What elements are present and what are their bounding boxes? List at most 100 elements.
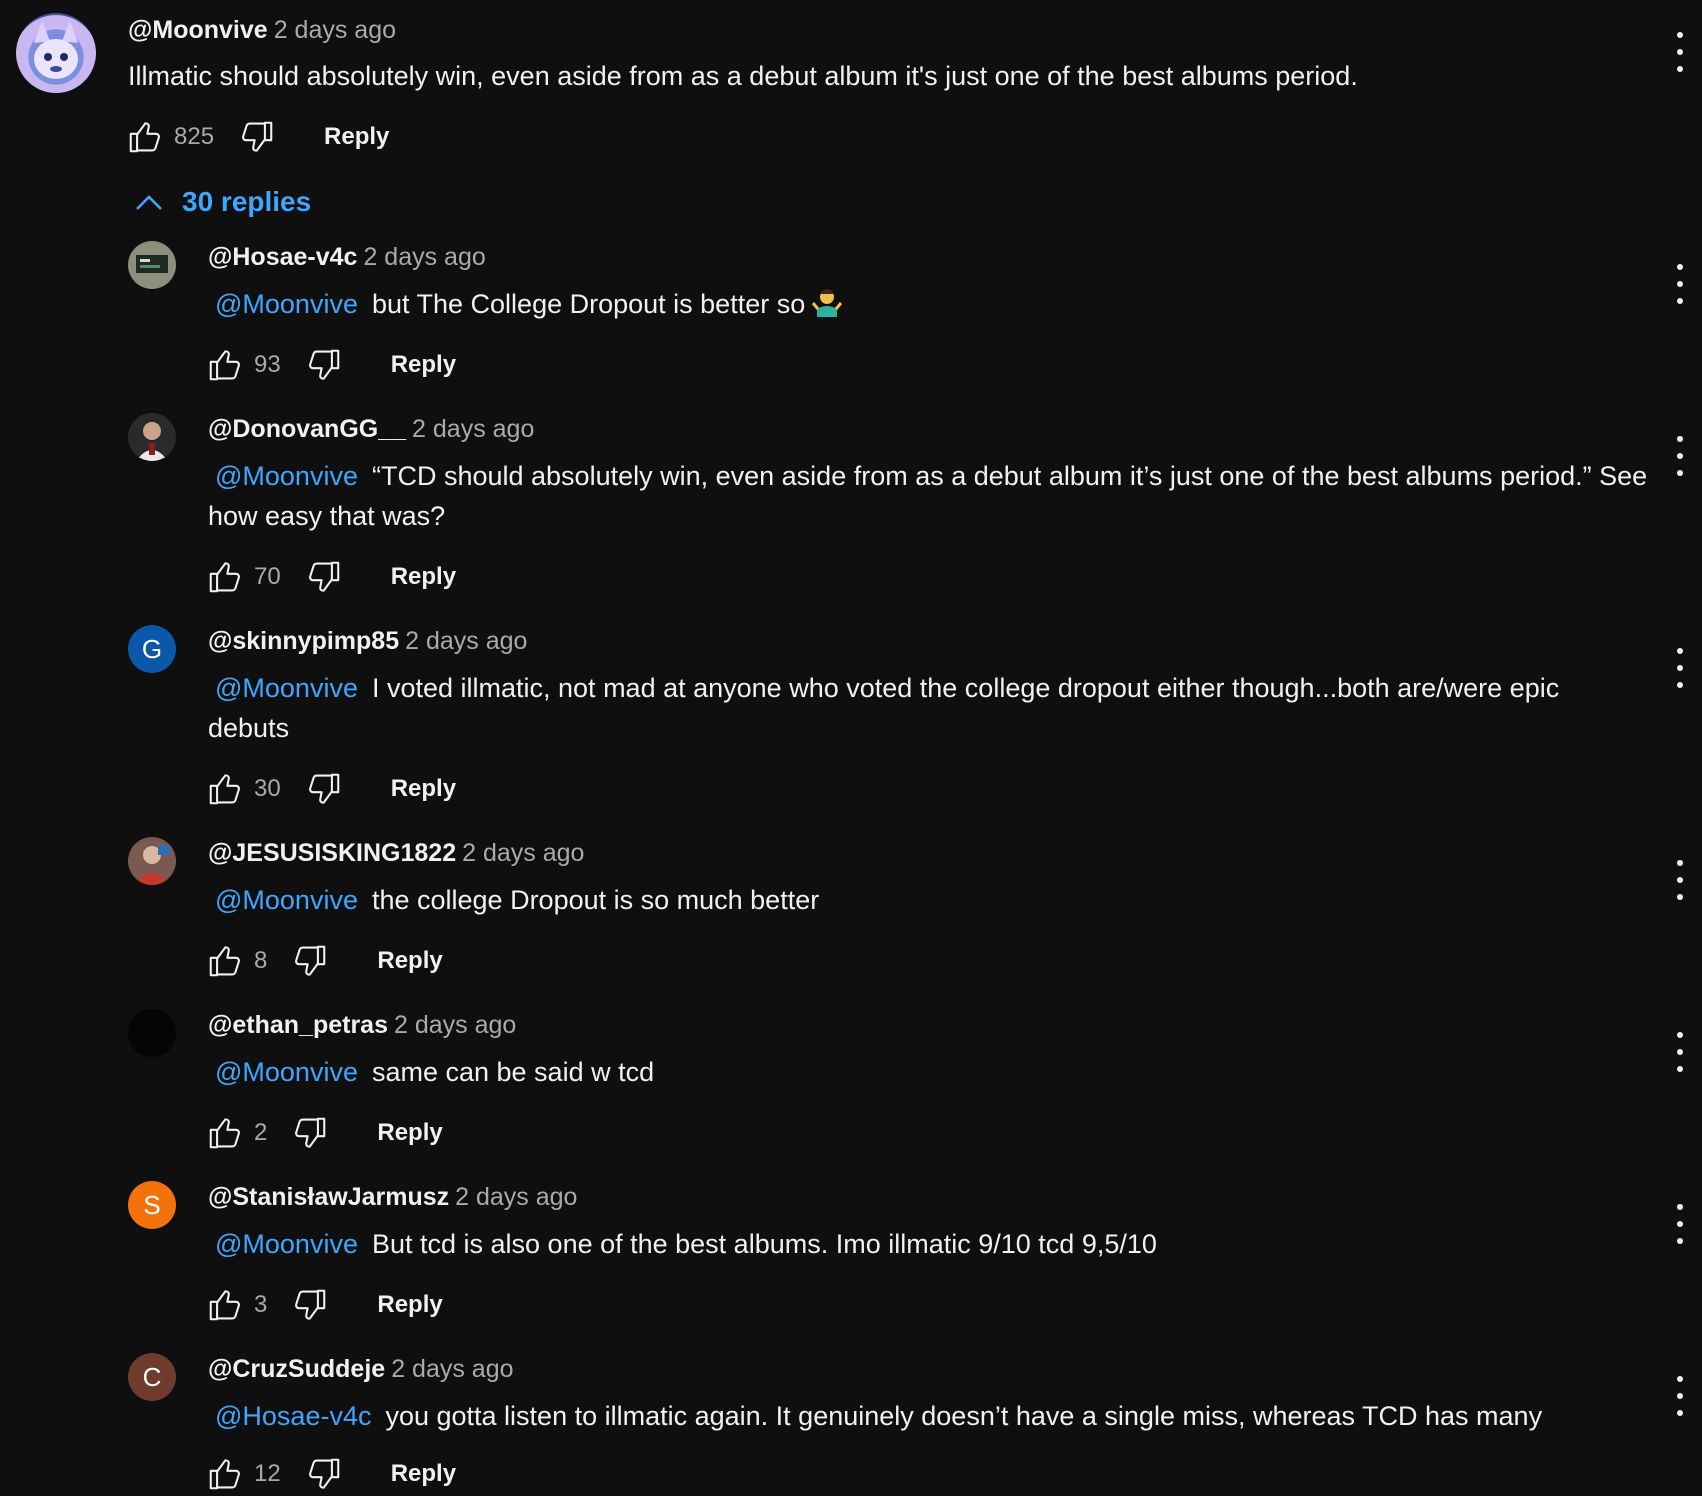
more-actions-button[interactable] [1670,1032,1690,1072]
reply-button[interactable]: Reply [391,775,456,803]
avatar[interactable]: G [128,625,176,673]
photo-avatar-icon [128,413,176,461]
author-name[interactable]: @DonovanGG__ [208,415,406,443]
reply-text: the college Dropout is so much better [371,885,820,915]
dislike-button[interactable] [289,1112,331,1154]
like-button[interactable] [204,1112,246,1154]
reply-text: I voted illmatic, not mad at anyone who … [208,673,1560,743]
thumbs-up-icon [209,774,240,805]
mention-link[interactable]: @Moonvive [215,673,358,703]
thumbs-down-icon [308,561,339,592]
reply-text: you gotta listen to illmatic again. It g… [385,1401,1543,1431]
like-button[interactable] [124,116,166,158]
dislike-button[interactable] [303,768,345,810]
avatar[interactable] [128,1009,176,1057]
avatar-letter: S [143,1189,161,1220]
comment-text: @Moonvive I voted illmatic, not mad at an… [208,668,1608,748]
person-shrugging-emoji [811,287,843,319]
timestamp[interactable]: 2 days ago [412,415,534,443]
like-button[interactable] [204,768,246,810]
reply-button[interactable]: Reply [377,947,442,975]
more-vertical-icon [1677,860,1683,866]
comment-actions: 70 Reply [204,555,456,599]
reply-button[interactable]: Reply [391,563,456,591]
mention-link[interactable]: @Moonvive [215,885,358,915]
avatar-letter: C [142,1361,162,1392]
more-actions-button[interactable] [1670,32,1690,72]
timestamp[interactable]: 2 days ago [391,1355,513,1383]
thumbs-down-icon [308,349,339,380]
reply-button[interactable]: Reply [391,351,456,379]
thumbs-down-icon [308,1458,339,1489]
more-vertical-icon [1677,436,1683,442]
thumbs-down-icon [308,773,339,804]
like-count: 70 [254,563,281,590]
more-actions-button[interactable] [1670,436,1690,476]
comment-header: @ethan_petras 2 days ago [208,1011,516,1040]
dislike-button[interactable] [289,1284,331,1326]
timestamp[interactable]: 2 days ago [462,839,584,867]
avatar[interactable]: C [128,1353,176,1401]
comment-text: @Hosae-v4c you gotta listen to illmatic a… [208,1396,1628,1436]
comment-actions: 93 Reply [204,343,456,387]
thumbs-up-icon [209,1118,240,1149]
more-vertical-icon [1677,1376,1683,1382]
timestamp[interactable]: 2 days ago [363,243,485,271]
reply-button[interactable]: Reply [324,123,389,151]
like-button[interactable] [204,344,246,386]
dislike-button[interactable] [303,344,345,386]
like-button[interactable] [204,1284,246,1326]
timestamp[interactable]: 2 days ago [274,16,396,44]
more-vertical-icon [1677,648,1683,654]
replies-toggle[interactable]: 30 replies [134,186,311,218]
reply-button[interactable]: Reply [391,1460,456,1488]
more-vertical-icon [1677,264,1683,270]
mention-link[interactable]: @Moonvive [215,1057,358,1087]
like-button[interactable] [204,940,246,982]
dislike-button[interactable] [303,556,345,598]
author-name[interactable]: @JESUSISKING1822 [208,839,456,867]
like-button[interactable] [204,556,246,598]
more-actions-button[interactable] [1670,264,1690,304]
comment-header: @JESUSISKING1822 2 days ago [208,839,584,868]
author-name[interactable]: @Moonvive [128,16,268,44]
mention-link[interactable]: @Moonvive [215,461,358,491]
mention-link[interactable]: @Moonvive [215,1229,358,1259]
comment-actions: 8 Reply [204,939,443,983]
author-name[interactable]: @Hosae-v4c [208,243,357,271]
replies-count-label: 30 replies [182,186,312,217]
more-actions-button[interactable] [1670,1376,1690,1416]
like-count: 3 [254,1291,268,1318]
author-name[interactable]: @CruzSuddeje [208,1355,385,1383]
reply-button[interactable]: Reply [377,1119,442,1147]
more-actions-button[interactable] [1670,648,1690,688]
like-button[interactable] [204,1453,246,1495]
mention-link[interactable]: @Moonvive [215,289,358,319]
timestamp[interactable]: 2 days ago [394,1011,516,1039]
reply-text: but The College Dropout is better so [371,289,806,319]
comment-text: Illmatic should absolutely win, even asi… [128,61,1358,91]
avatar[interactable]: S [128,1181,176,1229]
thumbs-up-icon [209,350,240,381]
reply-button[interactable]: Reply [377,1291,442,1319]
mention-link[interactable]: @Hosae-v4c [215,1401,371,1431]
author-name[interactable]: @skinnypimp85 [208,627,399,655]
comment-text: @Moonvive but The College Dropout is bett… [208,284,1628,324]
avatar[interactable] [128,413,176,461]
reply-text: “TCD should absolutely win, even aside f… [208,461,1648,531]
timestamp[interactable]: 2 days ago [405,627,527,655]
dislike-button[interactable] [236,116,278,158]
comment-actions: 12 Reply [204,1452,456,1496]
avatar[interactable] [16,13,96,93]
more-actions-button[interactable] [1670,860,1690,900]
avatar[interactable] [128,837,176,885]
timestamp[interactable]: 2 days ago [455,1183,577,1211]
dislike-button[interactable] [289,940,331,982]
avatar[interactable] [128,241,176,289]
dislike-button[interactable] [303,1453,345,1495]
reply-text: But tcd is also one of the best albums. … [371,1229,1157,1259]
author-name[interactable]: @StanisławJarmusz [208,1183,449,1211]
author-name[interactable]: @ethan_petras [208,1011,388,1039]
photo-avatar-icon [128,837,176,885]
more-actions-button[interactable] [1670,1204,1690,1244]
